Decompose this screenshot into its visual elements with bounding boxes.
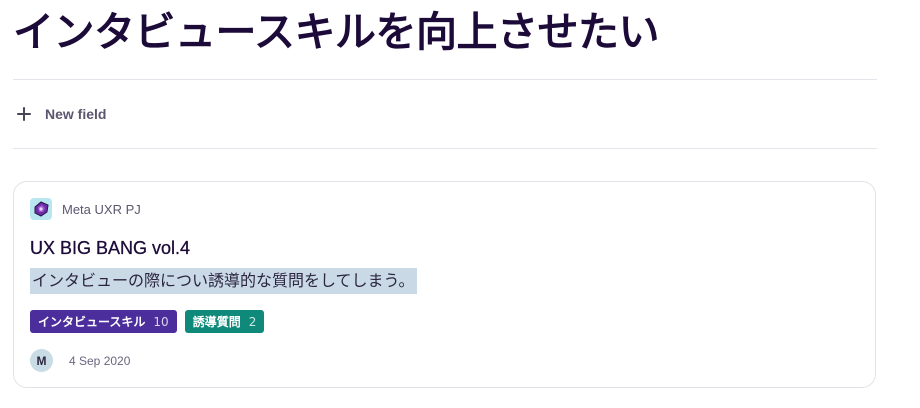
divider-bottom <box>13 148 877 149</box>
project-logo-icon <box>30 198 52 220</box>
page-title[interactable]: インタビュースキルを向上させたい <box>13 6 659 58</box>
project-name: Meta UXR PJ <box>62 201 141 217</box>
tag-interview-skill[interactable]: インタビュースキル 10 <box>30 310 177 333</box>
plus-icon <box>16 106 32 122</box>
card-description[interactable]: インタビューの際につい誘導的な質問をしてしまう。 <box>30 268 417 294</box>
page: インタビュースキルを向上させたい New field Meta UXR PJ U… <box>0 0 920 408</box>
tag-label: 誘導質問 <box>192 315 241 329</box>
insight-card[interactable]: Meta UXR PJ UX BIG BANG vol.4 インタビューの際につ… <box>13 181 876 388</box>
tag-label: インタビュースキル <box>38 315 146 329</box>
tag-count: 2 <box>248 314 257 329</box>
avatar[interactable]: M <box>30 349 53 372</box>
new-field-label: New field <box>45 106 107 122</box>
project-row[interactable]: Meta UXR PJ <box>30 198 141 220</box>
tag-leading-question[interactable]: 誘導質問 2 <box>184 310 265 333</box>
card-title[interactable]: UX BIG BANG vol.4 <box>30 238 190 259</box>
new-field-button[interactable]: New field <box>16 101 106 127</box>
date-label: 4 Sep 2020 <box>69 353 131 368</box>
divider-top <box>13 79 877 80</box>
tag-count: 10 <box>153 314 169 329</box>
meta-row: M 4 Sep 2020 <box>30 349 130 372</box>
tag-list: インタビュースキル 10 誘導質問 2 <box>30 310 265 333</box>
